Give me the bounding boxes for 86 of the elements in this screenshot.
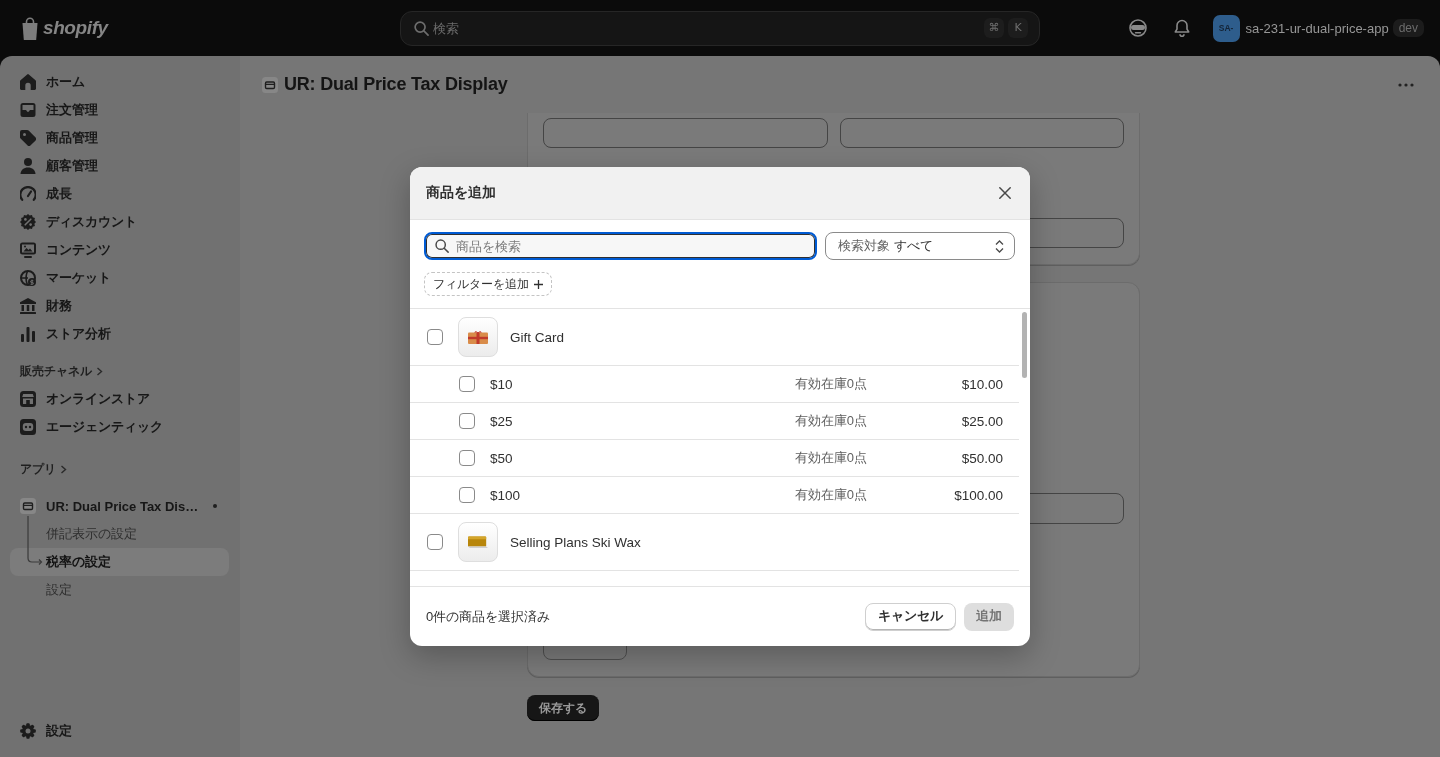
nav-item[interactable]: 商品管理 bbox=[10, 124, 229, 152]
nav-item[interactable]: ディスカウント bbox=[10, 208, 229, 236]
nav-item[interactable]: 成長 bbox=[10, 180, 229, 208]
sub-nav-item[interactable]: 併記表示の設定 bbox=[10, 520, 229, 548]
variant-title: $50 bbox=[490, 450, 514, 466]
store-avatar[interactable]: SA- bbox=[1212, 14, 1240, 42]
bell-icon[interactable] bbox=[1172, 19, 1191, 37]
checkbox[interactable] bbox=[427, 534, 443, 550]
price-text: $25.00 bbox=[960, 413, 1003, 429]
price-text: $10.00 bbox=[960, 376, 1003, 392]
percent-badge-icon bbox=[20, 214, 36, 230]
logo-text[interactable]: shopify bbox=[43, 17, 108, 39]
checkbox[interactable] bbox=[459, 487, 475, 503]
nav-item[interactable]: ストア分析 bbox=[10, 320, 229, 348]
tray-icon bbox=[20, 102, 36, 118]
sub-nav-item[interactable]: 設定 bbox=[10, 576, 229, 604]
bank-icon bbox=[20, 298, 36, 314]
select-label: 検索対象 bbox=[838, 237, 890, 255]
checkbox[interactable] bbox=[459, 450, 475, 466]
search-icon bbox=[414, 20, 429, 36]
app-icon bbox=[20, 498, 36, 514]
close-icon[interactable] bbox=[999, 187, 1011, 199]
person-icon bbox=[20, 158, 36, 174]
dev-badge: dev bbox=[1392, 19, 1424, 37]
chevron-right-icon bbox=[96, 366, 103, 376]
monitor-icon bbox=[20, 242, 36, 258]
price-text: $50.00 bbox=[960, 450, 1003, 466]
search-field[interactable]: 商品を検索 bbox=[424, 232, 817, 260]
scrollbar-thumb[interactable] bbox=[1022, 312, 1027, 378]
nav-item[interactable]: オンラインストア bbox=[10, 385, 229, 413]
chevron-right-icon bbox=[60, 464, 67, 474]
cancel-button[interactable]: キャンセル bbox=[865, 602, 956, 631]
nav-item[interactable]: マーケット bbox=[10, 264, 229, 292]
house-icon bbox=[20, 74, 36, 90]
stock-text: 有効在庫0点 bbox=[794, 412, 867, 430]
nav-item[interactable]: コンテンツ bbox=[10, 236, 229, 264]
stock-text: 有効在庫0点 bbox=[794, 449, 867, 467]
variant-title: $25 bbox=[490, 413, 514, 429]
dot-icon bbox=[213, 504, 217, 508]
product-title: Selling Plans Ski Wax bbox=[510, 534, 641, 550]
price-text: $100.00 bbox=[953, 487, 1003, 503]
globe-icon bbox=[20, 270, 36, 286]
search-icon bbox=[435, 239, 449, 253]
storefront-icon bbox=[20, 391, 36, 407]
section-heading[interactable]: 販売チャネル bbox=[20, 360, 103, 382]
goggles-face-icon[interactable] bbox=[1128, 19, 1147, 37]
selection-count: 0件の商品を選択済み bbox=[426, 607, 552, 626]
nav-item[interactable]: 顧客管理 bbox=[10, 152, 229, 180]
input-field[interactable] bbox=[839, 118, 1124, 148]
plus-icon bbox=[534, 279, 543, 289]
checkbox[interactable] bbox=[427, 329, 443, 345]
save-button[interactable]: 保存する bbox=[527, 695, 599, 721]
settings-nav-item[interactable]: 設定 bbox=[10, 717, 229, 745]
modal-title: 商品を追加 bbox=[426, 184, 496, 202]
nav-item[interactable]: 財務 bbox=[10, 292, 229, 320]
bar-chart-icon bbox=[20, 326, 36, 342]
up-down-chevron-icon bbox=[995, 239, 1004, 253]
variant-title: $100 bbox=[490, 487, 522, 503]
add-filter-button[interactable]: フィルターを追加 bbox=[424, 272, 552, 296]
nav-item[interactable]: 注文管理 bbox=[10, 96, 229, 124]
gauge-icon bbox=[20, 186, 36, 202]
app-icon bbox=[262, 76, 278, 93]
sub-nav-item[interactable]: 税率の設定 bbox=[10, 548, 229, 576]
checkbox[interactable] bbox=[459, 413, 475, 429]
app-nav-item[interactable]: UR: Dual Price Tax Dis… bbox=[10, 492, 229, 520]
input-field[interactable] bbox=[543, 118, 828, 148]
shopping-bag-icon[interactable] bbox=[20, 16, 40, 40]
wax-block-icon bbox=[468, 535, 488, 549]
robot-icon bbox=[20, 419, 36, 435]
scope-select[interactable]: 検索対象 すべて bbox=[825, 232, 1015, 260]
tag-icon bbox=[20, 130, 36, 146]
section-heading[interactable]: アプリ bbox=[20, 458, 67, 480]
settings-icon bbox=[20, 723, 36, 739]
checkbox[interactable] bbox=[459, 376, 475, 392]
more-icon[interactable] bbox=[1398, 82, 1414, 87]
product-title: Gift Card bbox=[510, 329, 564, 345]
nav-item[interactable]: ホーム bbox=[10, 68, 229, 96]
select-value: すべて bbox=[894, 237, 934, 255]
stock-text: 有効在庫0点 bbox=[794, 375, 867, 393]
stock-text: 有効在庫0点 bbox=[794, 486, 867, 504]
store-name[interactable]: sa-231-ur-dual-price-app bbox=[1245, 20, 1389, 36]
nav-item[interactable]: エージェンティック bbox=[10, 413, 229, 441]
gift-box-icon bbox=[468, 330, 488, 344]
variant-title: $10 bbox=[490, 376, 514, 392]
tree-connector bbox=[27, 516, 44, 566]
page-title: UR: Dual Price Tax Display bbox=[284, 74, 508, 95]
